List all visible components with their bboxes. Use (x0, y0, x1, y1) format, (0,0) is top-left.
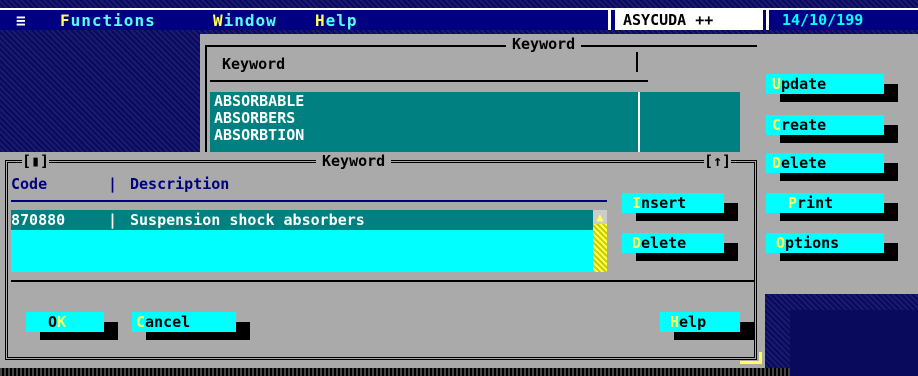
print-button[interactable]: Print (766, 193, 884, 213)
ok-hotkey: K (57, 313, 67, 331)
ok-button[interactable]: OK (26, 312, 104, 332)
menu-divider (608, 10, 611, 30)
back-frame-top (207, 45, 757, 47)
screen: ≡ Functions Window Help ASYCUDA ++ 14/10… (0, 0, 918, 376)
menu-functions-hotkey: F (60, 11, 71, 30)
table-row[interactable]: 870880 | Suspension shock absorbers (11, 210, 593, 230)
update-button[interactable]: Update (766, 74, 884, 94)
delete-hotkey: D (632, 234, 642, 252)
help-hotkey: H (670, 313, 680, 331)
create-button[interactable]: Create (766, 115, 884, 135)
dialog-title: Keyword (316, 152, 392, 170)
row-code: 870880 (11, 211, 66, 229)
footer-rule (11, 280, 754, 282)
menu-window-hotkey: W (213, 11, 224, 30)
column-header-separator: | (108, 175, 118, 193)
dialog-maximize-icon: [↑] (704, 152, 732, 170)
dialog-close-icon: [▮] (22, 152, 50, 170)
insert-hotkey: I (632, 194, 642, 212)
print-label: rint (797, 194, 834, 212)
menu-help[interactable]: Help (315, 11, 358, 30)
cancel-button[interactable]: Cancel (132, 312, 236, 332)
options-hotkey: O (776, 234, 786, 252)
update-hotkey: U (772, 75, 782, 93)
delete-keyword-button[interactable]: Delete (766, 153, 884, 173)
help-label: elp (679, 313, 707, 331)
insert-button[interactable]: Insert (622, 193, 724, 213)
options-label: ptions (785, 234, 840, 252)
scroll-up-arrow-icon[interactable]: ▲ (593, 210, 607, 224)
menu-divider-2 (766, 10, 769, 30)
back-column-separator (636, 52, 638, 72)
row-description: Suspension shock absorbers (130, 211, 365, 229)
cancel-hotkey: C (136, 313, 146, 331)
menu-functions-label: unctions (70, 11, 156, 30)
menu-window[interactable]: Window (213, 11, 277, 30)
create-label: reate (781, 116, 827, 134)
update-label: pdate (781, 75, 827, 93)
app-name: ASYCUDA ++ (615, 10, 763, 30)
help-button[interactable]: Help (660, 312, 740, 332)
desktop-area (790, 310, 918, 376)
back-window-title: Keyword (506, 35, 582, 53)
column-header-code: Code (11, 175, 48, 193)
delete-back-label: elete (781, 154, 827, 172)
dialog-right-marker[interactable]: [↑] (704, 152, 732, 170)
column-header-description: Description (130, 175, 230, 193)
list-item[interactable]: ABSORBABLE (210, 93, 304, 110)
menu-functions[interactable]: Functions (60, 11, 156, 30)
insert-label: nsert (641, 194, 687, 212)
row-separator: | (108, 211, 118, 229)
date-display: 14/10/199 (782, 11, 864, 29)
cancel-label: ancel (145, 313, 191, 331)
delete-code-button[interactable]: Delete (622, 233, 724, 253)
status-strip (0, 368, 790, 376)
dialog-left-marker[interactable]: [▮] (22, 152, 50, 170)
menu-window-label: indow (223, 11, 277, 30)
back-header-rule (210, 80, 648, 82)
system-menu-icon[interactable]: ≡ (16, 11, 27, 30)
back-list-separator (638, 92, 640, 152)
delete-label: elete (641, 234, 687, 252)
ok-label: O (48, 313, 58, 331)
header-rule (11, 200, 607, 202)
menu-help-hotkey: H (315, 11, 326, 30)
resize-handle-icon[interactable] (740, 352, 762, 364)
back-keyword-list[interactable]: ABSORBABLE ABSORBERS ABSORBTION (210, 92, 740, 152)
print-hotkey: P (788, 194, 798, 212)
back-column-header: Keyword (222, 55, 286, 73)
list-item[interactable]: ABSORBTION (210, 127, 304, 144)
list-item[interactable]: ABSORBERS (210, 110, 295, 127)
options-button[interactable]: Options (766, 233, 884, 253)
create-hotkey: C (772, 116, 782, 134)
delete-back-hotkey: D (772, 154, 782, 172)
menu-help-label: elp (325, 11, 358, 30)
back-frame-left (205, 45, 207, 165)
